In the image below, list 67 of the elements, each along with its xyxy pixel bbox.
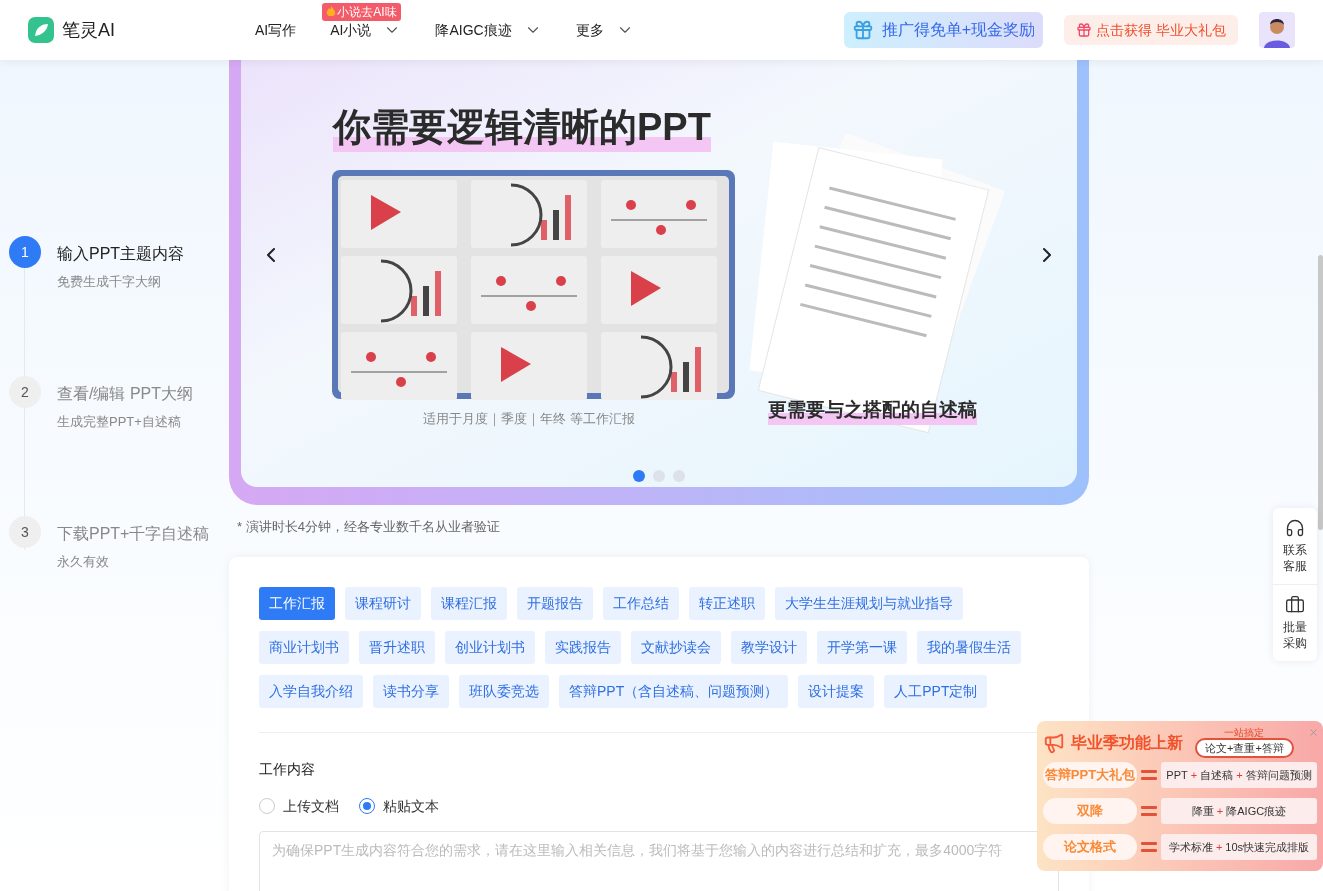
step-title: 输入PPT主题内容 xyxy=(57,244,185,264)
step-number: 3 xyxy=(9,516,41,548)
gift-pack-button[interactable]: 点击获得 毕业大礼包 xyxy=(1064,15,1238,45)
category-tag[interactable]: 工作汇报 xyxy=(259,586,335,620)
nav-badge: 小说去AI味 xyxy=(322,2,401,21)
promo-tagline: 论文+查重+答辩 xyxy=(1195,738,1294,758)
leaf-logo-icon xyxy=(28,17,54,43)
radio-option[interactable]: 上传文档 xyxy=(259,795,339,817)
note-text: * 演讲时长4分钟，经各专业数千名从业者验证 xyxy=(237,518,501,536)
category-tag[interactable]: 我的暑假生活 xyxy=(917,630,1021,664)
banner-caption: 适用于月度｜季度｜年终 等工作汇报 xyxy=(423,410,635,429)
category-tag[interactable]: 大学生生涯规划与就业指导 xyxy=(775,586,963,620)
referral-button[interactable]: 推广得免单+现金奖励 xyxy=(843,12,1044,48)
feature-pill: 论文格式 xyxy=(1043,834,1137,860)
nav-link[interactable]: 降AIGC痕迹 xyxy=(435,19,542,41)
gift-box-icon xyxy=(851,19,874,41)
category-tag[interactable]: 设计提案 xyxy=(798,674,875,708)
equals-icon xyxy=(1141,842,1157,852)
side-tool-button[interactable]: 批量采购 xyxy=(1273,584,1317,661)
category-tag[interactable]: 实践报告 xyxy=(545,630,621,664)
promo-title: 毕业季功能上新 xyxy=(1071,732,1183,753)
category-tag[interactable]: 人工PPT定制 xyxy=(884,674,988,708)
step-subtitle: 免费生成千字大纲 xyxy=(57,273,162,291)
feature-description: 降重 + 降AIGC痕迹 xyxy=(1161,798,1317,824)
category-tag[interactable]: 晋升述职 xyxy=(359,630,435,664)
category-tag[interactable]: 教学设计 xyxy=(731,630,807,664)
step-number: 2 xyxy=(9,376,41,408)
step-subtitle: 生成完整PPT+自述稿 xyxy=(57,413,182,431)
nav-link[interactable]: AI写作 xyxy=(255,19,297,41)
equals-icon xyxy=(1141,806,1157,816)
category-tag[interactable]: 开题报告 xyxy=(517,586,593,620)
content-input[interactable]: 为确保PPT生成内容符合您的需求，请在这里输入相关信息，我们将基于您输入的内容进行总结和扩充，最多4000字符 xyxy=(259,830,1059,891)
step-title: 查看/编辑 PPT大纲 xyxy=(57,384,193,404)
avatar-icon[interactable] xyxy=(1259,12,1295,48)
nav-link[interactable]: AI小说 xyxy=(330,19,402,41)
step-number: 1 xyxy=(9,236,41,268)
category-tag[interactable]: 课程汇报 xyxy=(431,586,507,620)
megaphone-icon xyxy=(1043,731,1065,754)
section-label: 工作内容 xyxy=(259,759,315,779)
category-tag[interactable]: 读书分享 xyxy=(373,674,449,708)
side-tool-button[interactable]: 联系客服 xyxy=(1273,508,1317,584)
promo-subtag: 一站搞定 xyxy=(1224,727,1265,738)
gift-icon xyxy=(1076,22,1093,38)
category-tag[interactable]: 开学第一课 xyxy=(817,630,907,664)
category-tag[interactable]: 转正述职 xyxy=(689,586,765,620)
feature-pill: 双降 xyxy=(1043,798,1137,824)
step-title: 下载PPT+千字自述稿 xyxy=(57,524,210,544)
feature-pill: 答辩PPT大礼包 xyxy=(1043,762,1137,788)
close-icon xyxy=(1308,727,1319,738)
category-tag[interactable]: 文献抄读会 xyxy=(631,630,721,664)
category-tag[interactable]: 入学自我介绍 xyxy=(259,674,363,708)
equals-icon xyxy=(1141,770,1157,780)
step-subtitle: 永久有效 xyxy=(57,553,110,571)
category-tag[interactable]: 创业计划书 xyxy=(445,630,535,664)
category-tag[interactable]: 课程研讨 xyxy=(345,586,421,620)
nav-link[interactable]: 更多 xyxy=(575,19,634,41)
radio-option[interactable]: 粘贴文本 xyxy=(359,795,439,817)
headset-icon xyxy=(1285,518,1305,538)
doc-caption: 更需要与之搭配的自述稿 xyxy=(768,396,977,425)
feature-description: PPT + 自述稿 + 答辩问题预测 xyxy=(1161,762,1317,788)
category-tag[interactable]: 工作总结 xyxy=(603,586,679,620)
category-tag[interactable]: 答辩PPT（含自述稿、问题预测） xyxy=(559,674,789,708)
logo-text: 笔灵AI xyxy=(62,18,115,42)
feature-description: 学术标准 + 10s快速完成排版 xyxy=(1161,834,1317,860)
category-tag[interactable]: 班队委竞选 xyxy=(459,674,549,708)
briefcase-icon xyxy=(1285,595,1305,615)
category-tag[interactable]: 商业计划书 xyxy=(259,630,349,664)
